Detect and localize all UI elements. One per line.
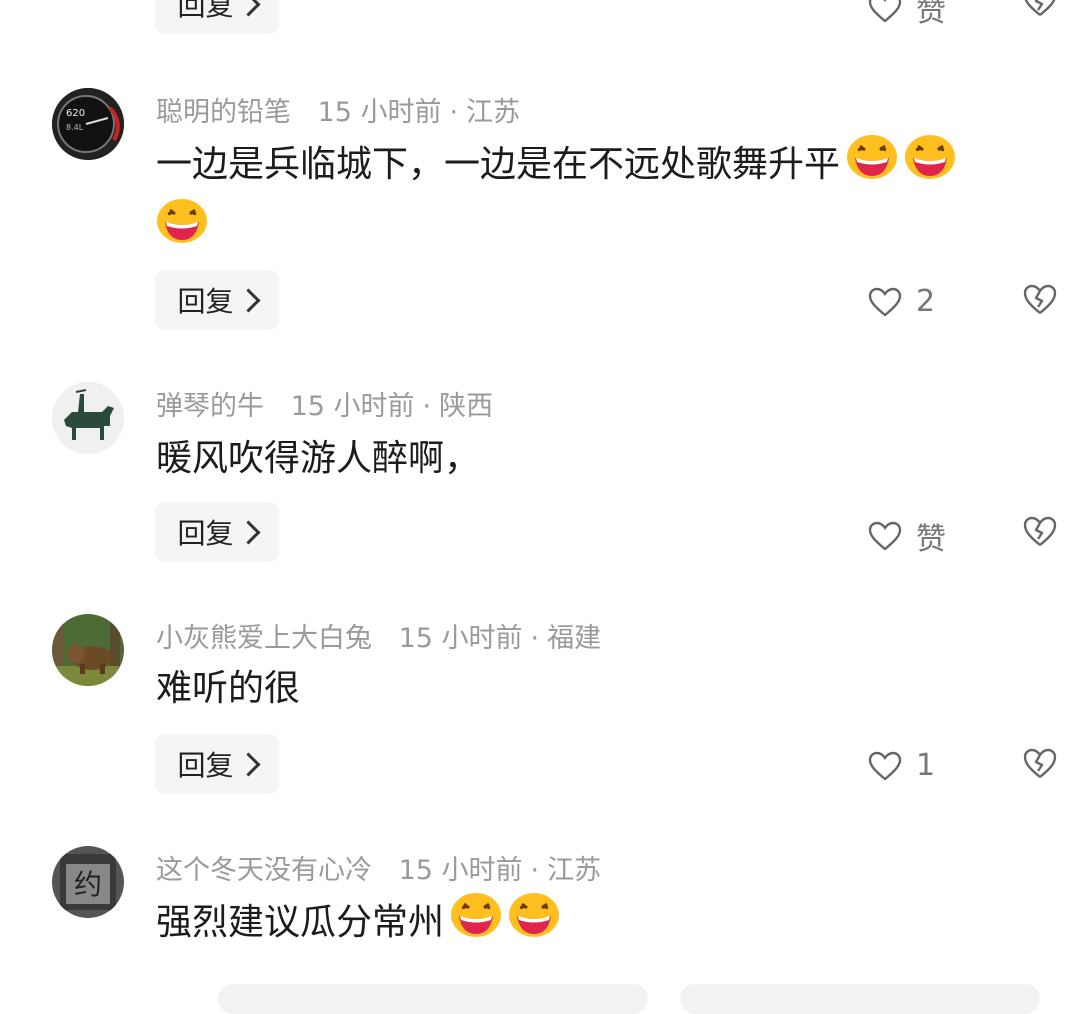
timestamp: 15 小时前 <box>290 391 415 422</box>
like-count: 1 <box>916 748 936 783</box>
chevron-right-icon <box>235 751 261 777</box>
reply-button[interactable]: 回复 <box>155 734 279 794</box>
reply-label: 回复 <box>177 285 234 318</box>
username[interactable]: 小灰熊爱上大白兔 <box>156 623 372 654</box>
location: 福建 <box>547 623 602 654</box>
location: 江苏 <box>547 855 602 886</box>
laugh-emoji <box>904 134 956 198</box>
avatar[interactable]: 约 <box>52 846 124 918</box>
broken-heart-icon[interactable] <box>1022 514 1058 552</box>
comment-meta: 弹琴的牛 15 小时前 · 陕西 <box>156 384 493 423</box>
comment-body: 难听的很 <box>156 668 301 709</box>
separator: · <box>422 391 432 422</box>
laugh-emoji <box>450 892 502 956</box>
like-count: 赞 <box>916 522 946 557</box>
comment-text: 暖风吹得游人醉啊， <box>156 430 1056 488</box>
like-button-partial[interactable]: 赞 <box>868 0 946 30</box>
reply-label: 回复 <box>177 0 234 22</box>
reply-button[interactable]: 回复 <box>155 502 279 562</box>
heart-outline-icon <box>868 521 902 551</box>
reply-button-partial[interactable]: 回复 <box>155 0 279 34</box>
reply-button[interactable]: 回复 <box>155 270 279 330</box>
broken-heart-icon[interactable] <box>1022 746 1058 784</box>
chevron-right-icon <box>235 519 261 545</box>
separator: · <box>530 623 540 654</box>
broken-heart-icon[interactable] <box>1022 0 1058 22</box>
comment-text: 难听的很 <box>156 660 1056 718</box>
separator: · <box>449 97 459 128</box>
location: 陕西 <box>439 391 494 422</box>
heart-outline-icon <box>868 287 902 317</box>
reply-label: 回复 <box>177 749 234 782</box>
comment-meta: 这个冬天没有心冷 15 小时前 · 江苏 <box>156 848 601 887</box>
like-button[interactable]: 2 <box>868 284 935 319</box>
comment-text: 强烈建议瓜分常州 <box>156 892 1056 956</box>
heart-outline-icon <box>868 751 902 781</box>
like-button[interactable]: 赞 <box>868 514 946 558</box>
laugh-emoji <box>156 198 208 262</box>
bear-photo-avatar <box>52 614 124 686</box>
avatar[interactable]: 620 8.4L <box>52 88 124 160</box>
avatar[interactable] <box>52 614 124 686</box>
timestamp: 15 小时前 <box>317 97 442 128</box>
like-count: 2 <box>916 284 936 319</box>
like-button[interactable]: 1 <box>868 748 935 783</box>
heart-outline-icon <box>868 0 902 23</box>
comment-meta: 小灰熊爱上大白兔 15 小时前 · 福建 <box>156 616 601 655</box>
laugh-emoji <box>846 134 898 198</box>
chevron-right-icon <box>235 0 261 17</box>
comment-meta: 聪明的铅笔 15 小时前 · 江苏 <box>156 90 520 129</box>
comment-text: 一边是兵临城下，一边是在不远处歌舞升平 <box>156 134 1056 262</box>
svg-text:8.4L: 8.4L <box>66 123 84 132</box>
laugh-emoji <box>508 892 560 956</box>
bull-silhouette-avatar <box>52 382 124 454</box>
avatar[interactable] <box>52 382 124 454</box>
username[interactable]: 这个冬天没有心冷 <box>156 855 372 886</box>
bottom-bar-left[interactable] <box>218 984 648 1014</box>
reply-label: 回复 <box>177 517 234 550</box>
like-count: 赞 <box>916 0 946 29</box>
separator: · <box>530 855 540 886</box>
timestamp: 15 小时前 <box>398 623 523 654</box>
speedometer-avatar: 620 8.4L <box>52 88 124 160</box>
comment-body: 暖风吹得游人醉啊， <box>156 438 481 479</box>
bottom-bar-right[interactable] <box>680 984 1040 1014</box>
location: 江苏 <box>466 97 521 128</box>
svg-text:620: 620 <box>66 108 85 119</box>
broken-heart-icon[interactable] <box>1022 282 1058 320</box>
timestamp: 15 小时前 <box>398 855 523 886</box>
username[interactable]: 弹琴的牛 <box>156 391 264 422</box>
avatar-glyph: 约 <box>74 868 102 901</box>
chevron-right-icon <box>235 287 261 313</box>
username[interactable]: 聪明的铅笔 <box>156 97 291 128</box>
sign-photo-avatar: 约 <box>52 846 124 918</box>
comment-body: 一边是兵临城下，一边是在不远处歌舞升平 <box>156 144 841 185</box>
comment-body: 强烈建议瓜分常州 <box>156 902 445 943</box>
